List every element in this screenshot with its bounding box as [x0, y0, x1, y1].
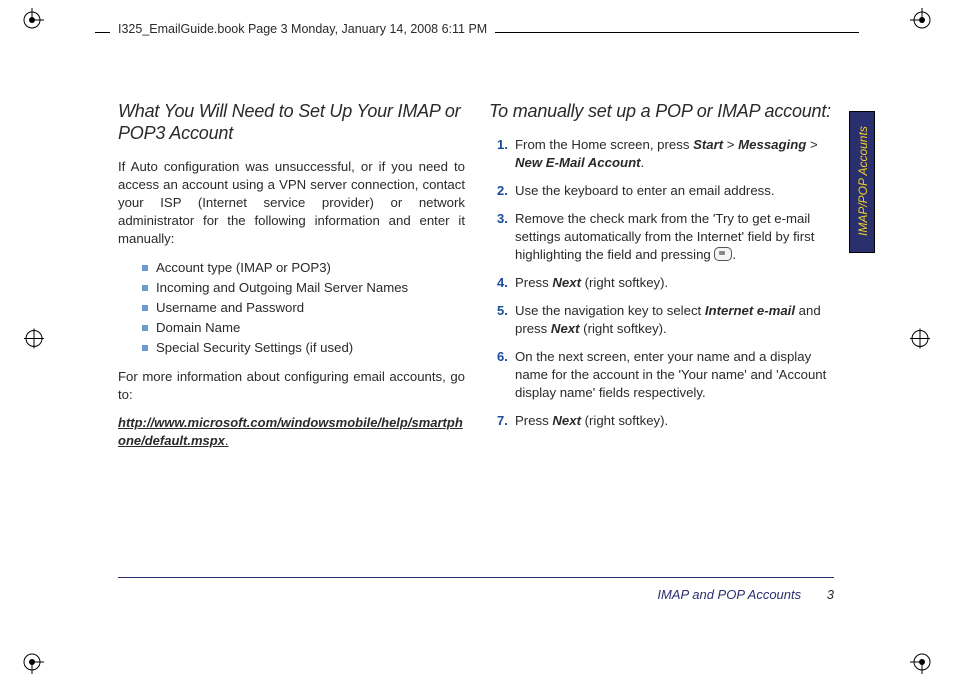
list-item: Username and Password	[142, 298, 465, 318]
registration-mark-left	[24, 329, 44, 354]
crop-mark-tr	[910, 8, 934, 32]
softkey-next: Next	[551, 321, 580, 336]
ok-button-icon	[714, 247, 732, 261]
crop-mark-br	[910, 650, 934, 674]
footer-title: IMAP and POP Accounts	[657, 587, 801, 602]
menu-new-email: New E-Mail Account	[515, 155, 641, 170]
step-6: On the next screen, enter your name and …	[497, 348, 836, 402]
list-item: Domain Name	[142, 318, 465, 338]
registration-mark-right	[910, 329, 930, 354]
left-column: What You Will Need to Set Up Your IMAP o…	[118, 100, 465, 597]
step-7: Press Next (right softkey).	[497, 412, 836, 430]
more-info-text: For more information about configuring e…	[118, 368, 465, 404]
section-tab-label: IMAP/POP Accounts	[855, 119, 871, 243]
footer-rule	[118, 577, 834, 578]
help-link-text: http://www.microsoft.com/windowsmobile/h…	[118, 415, 463, 448]
requirements-list: Account type (IMAP or POP3) Incoming and…	[142, 258, 465, 358]
softkey-next: Next	[552, 413, 581, 428]
step-4: Press Next (right softkey).	[497, 274, 836, 292]
steps-list: From the Home screen, press Start > Mess…	[497, 136, 836, 430]
list-item: Account type (IMAP or POP3)	[142, 258, 465, 278]
link-period: .	[225, 433, 229, 448]
step-1: From the Home screen, press Start > Mess…	[497, 136, 836, 172]
right-column: To manually set up a POP or IMAP account…	[489, 100, 836, 597]
step-5: Use the navigation key to select Interne…	[497, 302, 836, 338]
list-item: Incoming and Outgoing Mail Server Names	[142, 278, 465, 298]
crop-mark-bl	[20, 650, 44, 674]
option-internet-email: Internet e-mail	[705, 303, 795, 318]
left-heading: What You Will Need to Set Up Your IMAP o…	[118, 100, 465, 144]
menu-start: Start	[693, 137, 723, 152]
right-heading: To manually set up a POP or IMAP account…	[489, 100, 836, 122]
page-number: 3	[827, 587, 834, 602]
help-link[interactable]: http://www.microsoft.com/windowsmobile/h…	[118, 414, 465, 450]
menu-messaging: Messaging	[738, 137, 806, 152]
page-content: What You Will Need to Set Up Your IMAP o…	[118, 100, 836, 597]
left-intro: If Auto configuration was unsuccessful, …	[118, 158, 465, 248]
softkey-next: Next	[552, 275, 581, 290]
step-3: Remove the check mark from the 'Try to g…	[497, 210, 836, 264]
step-2: Use the keyboard to enter an email addre…	[497, 182, 836, 200]
list-item: Special Security Settings (if used)	[142, 338, 465, 358]
book-header-stamp: I325_EmailGuide.book Page 3 Monday, Janu…	[110, 22, 495, 36]
crop-mark-tl	[20, 8, 44, 32]
